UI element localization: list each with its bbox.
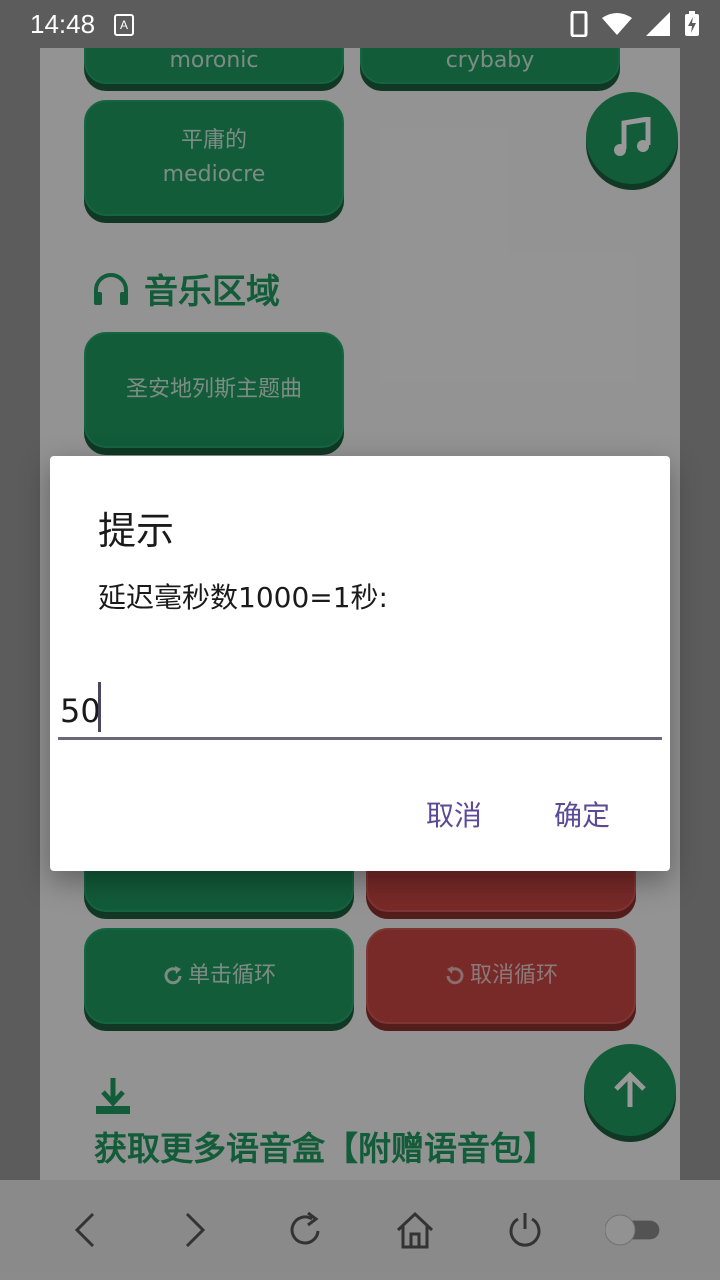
- battery-icon: [685, 11, 699, 36]
- delay-input[interactable]: [58, 684, 662, 740]
- keyboard-a-icon: A: [114, 14, 134, 36]
- status-bar: 14:48 A: [0, 0, 720, 48]
- text-caret: [98, 682, 101, 732]
- status-time: 14:48: [30, 9, 96, 39]
- confirm-button[interactable]: 确定: [554, 794, 610, 834]
- dialog-title: 提示: [98, 509, 175, 553]
- delay-dialog: 提示 延迟毫秒数1000=1秒: 取消 确定: [50, 456, 670, 871]
- wifi-icon: [602, 13, 632, 35]
- phone-icon: [570, 11, 588, 37]
- signal-icon: [646, 12, 670, 36]
- status-icons: [570, 10, 700, 38]
- dialog-message: 延迟毫秒数1000=1秒:: [98, 581, 388, 614]
- cancel-button[interactable]: 取消: [426, 794, 482, 834]
